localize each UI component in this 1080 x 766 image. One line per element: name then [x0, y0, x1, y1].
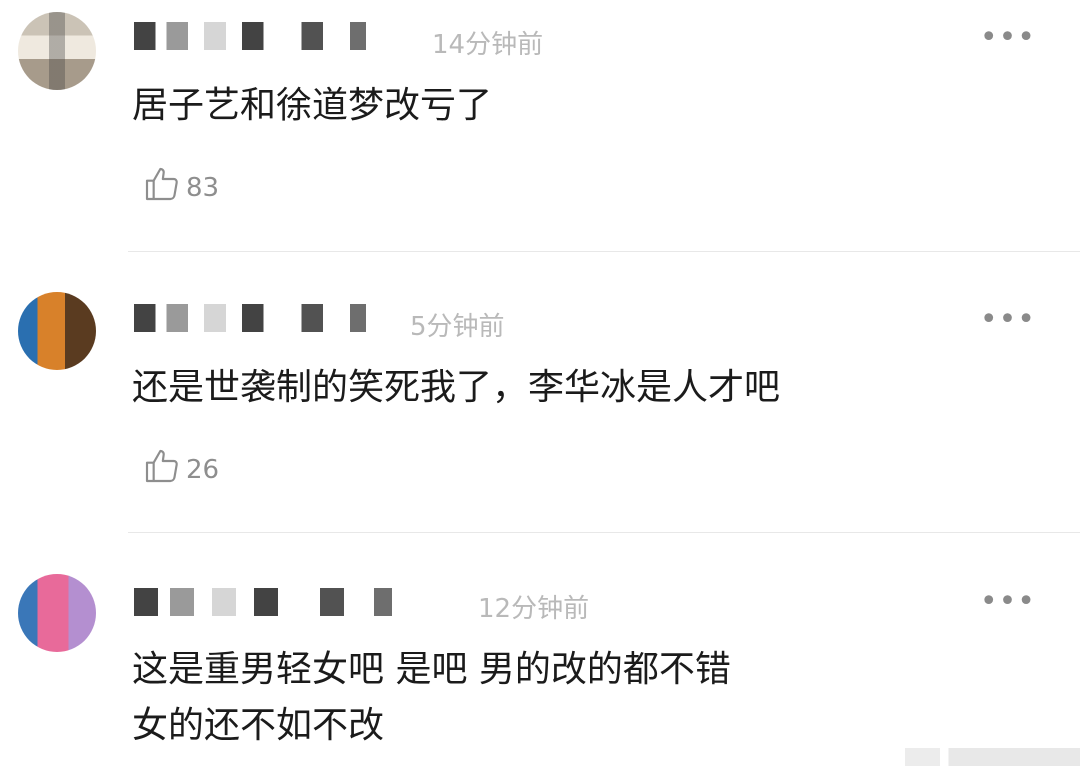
- more-dots-icon[interactable]: •••: [980, 584, 1036, 619]
- comment-text-line: 女的还不如不改: [132, 705, 385, 746]
- like-button[interactable]: 83: [142, 164, 219, 211]
- more-dots-icon[interactable]: •••: [980, 302, 1036, 337]
- comment-text: 还是世袭制的笑死我了，李华冰是人才吧: [132, 360, 780, 416]
- comment-text-line: 还是世袭制的笑死我了，李华冰是人才吧: [132, 367, 781, 408]
- thumbs-up-icon: [142, 164, 182, 211]
- username-blurred[interactable]: [134, 22, 404, 50]
- watermark-blur: [905, 748, 1080, 766]
- avatar[interactable]: [18, 292, 96, 370]
- comment-time: 14分钟前: [432, 30, 544, 60]
- comment-time: 5分钟前: [410, 312, 505, 342]
- username-blurred[interactable]: [134, 588, 434, 616]
- avatar[interactable]: [18, 12, 96, 90]
- like-count: 83: [186, 172, 220, 203]
- comment-text: 这是重男轻女吧 是吧 男的改的都不错 女的还不如不改: [132, 642, 731, 754]
- comment-text-line: 居子艺和徐道梦改亏了: [132, 85, 493, 126]
- more-dots-icon[interactable]: •••: [980, 20, 1036, 55]
- thumbs-up-icon: [142, 446, 182, 493]
- comment-time: 12分钟前: [478, 594, 590, 624]
- comment-text-line: 这是重男轻女吧 是吧 男的改的都不错: [132, 649, 731, 690]
- username-blurred[interactable]: [134, 304, 404, 332]
- like-button[interactable]: 26: [142, 446, 219, 493]
- divider: [128, 251, 1080, 252]
- like-count: 26: [186, 454, 220, 485]
- comment-text: 居子艺和徐道梦改亏了: [132, 78, 492, 134]
- avatar[interactable]: [18, 574, 96, 652]
- divider: [128, 532, 1080, 533]
